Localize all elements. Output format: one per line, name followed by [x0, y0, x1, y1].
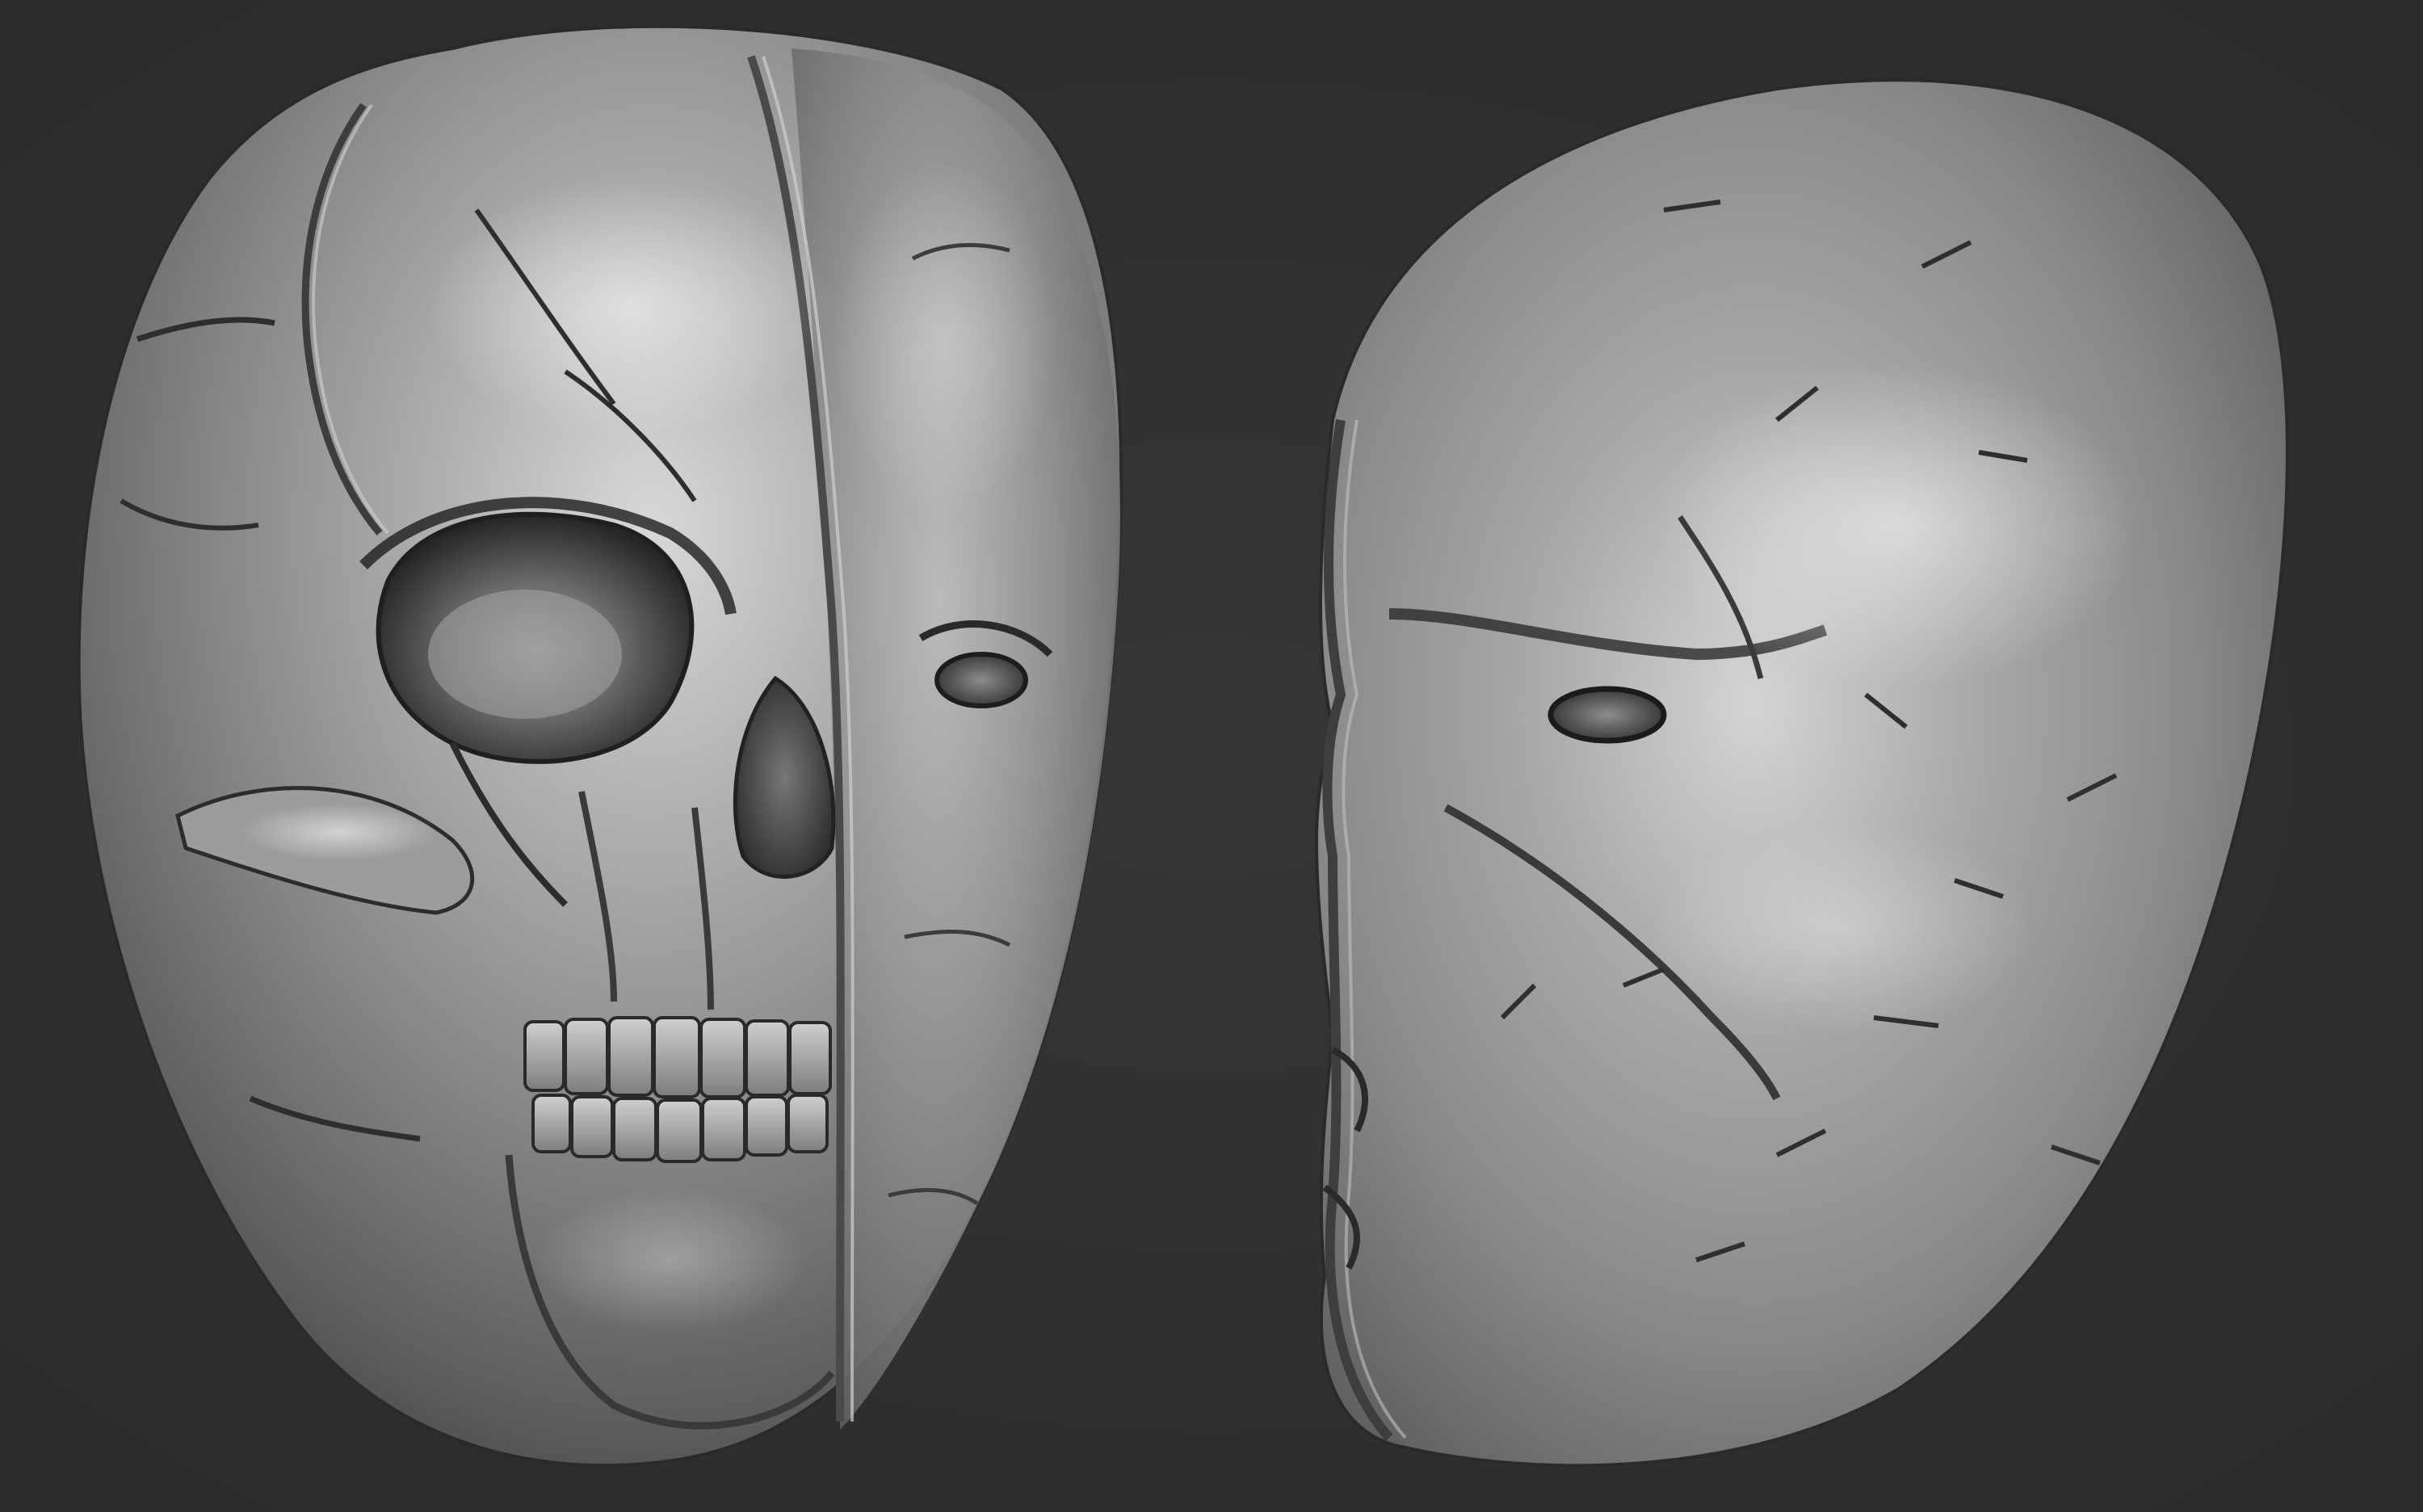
upper-teeth [523, 1016, 832, 1098]
eye-hole-right [934, 652, 1028, 708]
side-mask-silhouette [1314, 78, 2289, 1468]
skull-mask-front[interactable] [77, 24, 1123, 1468]
side-eye-hole [1547, 686, 1667, 744]
sculpt-viewport[interactable] [0, 0, 2423, 1512]
lower-teeth [531, 1094, 829, 1163]
mask-side[interactable] [1314, 78, 2289, 1468]
render-canvas [77, 24, 2289, 1468]
